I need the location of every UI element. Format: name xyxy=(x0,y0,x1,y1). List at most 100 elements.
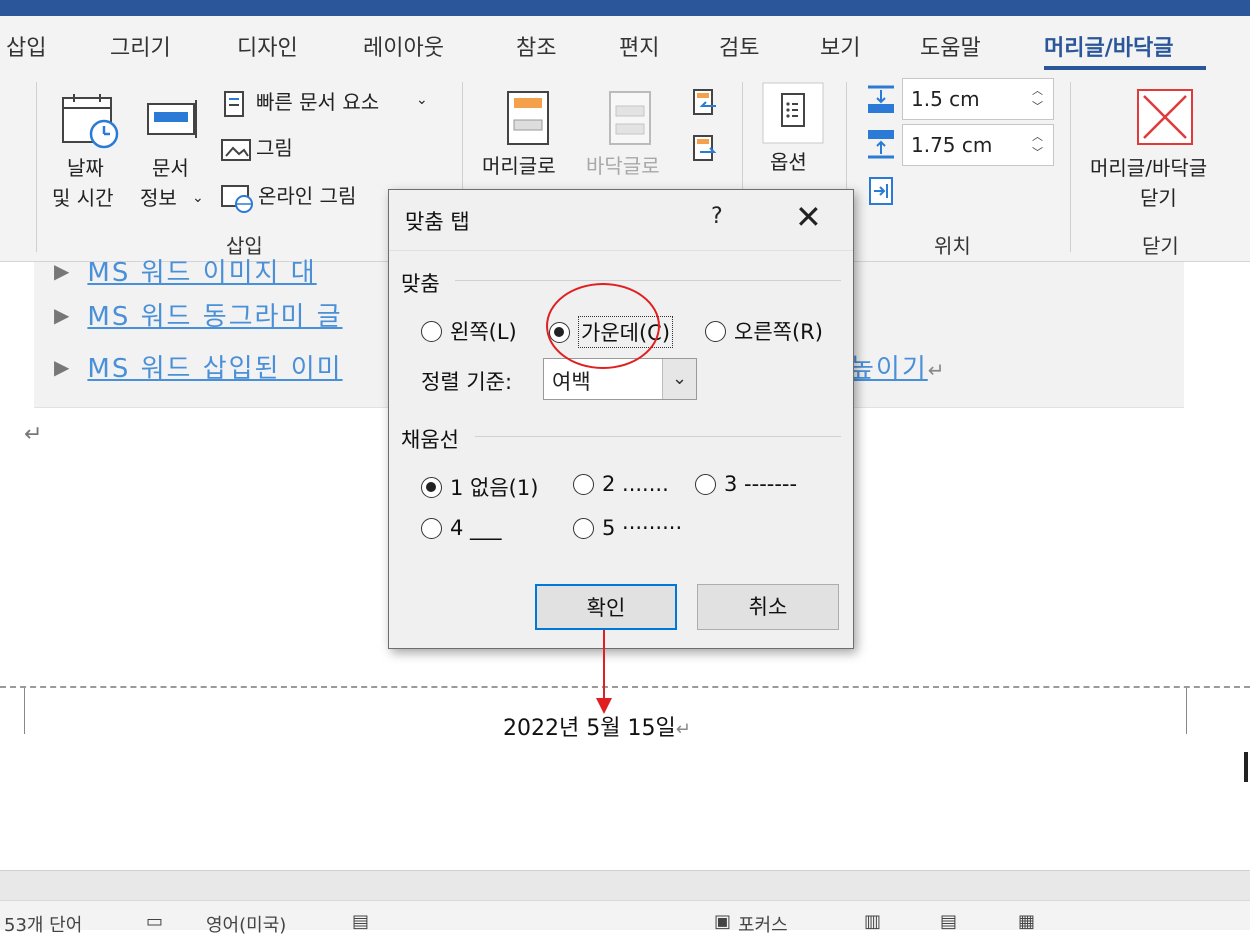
go-to-header-icon[interactable] xyxy=(506,90,550,150)
radio-icon xyxy=(421,320,442,342)
group-label-position: 위치 xyxy=(934,234,971,258)
tab-review[interactable]: 검토 xyxy=(719,30,759,62)
options-button[interactable]: 옵션 xyxy=(770,146,807,178)
spin-down-icon[interactable]: ﹀ xyxy=(1032,101,1043,113)
footer-date-text[interactable]: 2022년 5월 15일↵ xyxy=(503,710,691,742)
print-layout-icon[interactable]: ▤ xyxy=(940,911,957,932)
tab-header-footer[interactable]: 머리글/바닥글 xyxy=(1044,30,1173,62)
tab-view[interactable]: 보기 xyxy=(820,30,860,62)
leader-3-label: 3 ------- xyxy=(724,472,798,496)
tab-layout[interactable]: 레이아웃 xyxy=(363,30,444,62)
title-bar xyxy=(0,0,1250,16)
focus-icon[interactable]: ▣ xyxy=(714,911,731,932)
margin-mark xyxy=(1186,688,1187,734)
alignment-section-label: 맞춤 xyxy=(401,272,440,296)
quick-parts-icon xyxy=(222,90,248,122)
book-icon[interactable]: ▭ xyxy=(146,911,163,932)
leader-4-radio[interactable]: 4 ___ xyxy=(421,516,502,540)
toc-item[interactable]: ▶ MS 워드 이미지 대 xyxy=(54,252,317,289)
section-divider xyxy=(475,436,841,437)
close-header-footer-icon[interactable] xyxy=(1136,88,1194,150)
spin-down-icon[interactable]: ﹀ xyxy=(1032,147,1043,159)
toc-link[interactable]: MS 워드 동그라미 글 xyxy=(87,302,342,332)
leader-2-radio[interactable]: 2 ....... xyxy=(573,472,669,496)
tab-mailings[interactable]: 편지 xyxy=(619,30,659,62)
toc-item-tail[interactable]: 높이기↵ xyxy=(850,348,945,385)
leader-3-radio[interactable]: 3 ------- xyxy=(695,472,797,496)
spin-up-icon[interactable]: ︿ xyxy=(1032,85,1043,97)
close-header-footer-button[interactable]: 머리글/바닥글 xyxy=(1090,152,1207,184)
leader-1-radio[interactable]: 1 없음(1) xyxy=(421,472,538,502)
leader-5-label: 5 ········· xyxy=(602,516,683,540)
footer-boundary-line xyxy=(0,686,1250,688)
radio-icon xyxy=(695,473,716,495)
web-layout-icon[interactable]: ▦ xyxy=(1018,911,1035,932)
go-to-header-button[interactable]: 머리글로 xyxy=(482,150,556,182)
triangle-right-icon: ▶ xyxy=(54,259,70,283)
document-info-icon[interactable] xyxy=(146,98,202,146)
cancel-button[interactable]: 취소 xyxy=(697,584,839,630)
spin-up-icon[interactable]: ︿ xyxy=(1032,131,1043,143)
picture-icon xyxy=(220,138,252,168)
align-right-radio[interactable]: 오른쪽(R) xyxy=(705,316,823,346)
language-indicator[interactable]: 영어(미국) xyxy=(206,911,286,937)
tab-help[interactable]: 도움말 xyxy=(920,30,981,62)
help-icon[interactable]: ? xyxy=(711,204,723,229)
doc-info-label-2: 정보 xyxy=(140,186,177,210)
ok-button[interactable]: 확인 xyxy=(535,584,677,630)
close-header-footer-label-2: 닫기 xyxy=(1140,186,1177,210)
horizontal-scroll-area[interactable] xyxy=(0,870,1250,900)
align-right-label: 오른쪽(R) xyxy=(734,320,823,344)
online-picture-button[interactable]: 온라인 그림 xyxy=(258,180,356,212)
header-from-top-icon xyxy=(866,84,896,120)
go-to-footer-icon xyxy=(608,90,652,150)
options-icon[interactable] xyxy=(762,82,824,148)
close-icon[interactable]: ✕ xyxy=(795,198,822,236)
next-section-icon[interactable] xyxy=(692,134,718,168)
paragraph-mark-icon: ↵ xyxy=(927,358,945,382)
chevron-down-icon[interactable]: ⌄ xyxy=(662,359,696,399)
read-mode-icon[interactable]: ▥ xyxy=(864,911,881,932)
toc-link[interactable]: MS 워드 삽입된 이미 xyxy=(87,354,342,384)
insert-alignment-tab-icon[interactable] xyxy=(868,176,894,210)
focus-mode-button[interactable]: 포커스 xyxy=(738,911,788,937)
radio-icon xyxy=(421,517,442,539)
align-left-radio[interactable]: 왼쪽(L) xyxy=(421,316,517,346)
header-position-value: 1.5 cm xyxy=(911,87,980,111)
accessibility-icon[interactable]: ▤ xyxy=(352,911,369,932)
group-separator xyxy=(36,82,37,252)
toc-item[interactable]: ▶ MS 워드 삽입된 이미 xyxy=(54,348,343,385)
picture-button[interactable]: 그림 xyxy=(256,132,293,164)
align-relative-label: 정렬 기준: xyxy=(421,370,513,394)
doc-info-label-1: 문서 xyxy=(152,156,189,180)
triangle-right-icon: ▶ xyxy=(54,303,70,327)
previous-section-icon[interactable] xyxy=(692,88,718,122)
date-time-label-2: 및 시간 xyxy=(52,186,114,210)
leader-5-radio[interactable]: 5 ········· xyxy=(573,516,682,540)
tab-references[interactable]: 참조 xyxy=(516,30,556,62)
footer-position-spinner[interactable]: 1.75 cm ︿ ﹀ xyxy=(902,124,1054,166)
leader-1-label: 1 없음(1) xyxy=(450,476,539,500)
quick-parts-button[interactable]: 빠른 문서 요소 xyxy=(256,86,379,118)
paragraph-mark-icon: ↵ xyxy=(675,719,691,740)
text-cursor xyxy=(1244,752,1248,782)
toc-link[interactable]: 높이기 xyxy=(850,354,928,384)
toc-item[interactable]: ▶ MS 워드 동그라미 글 xyxy=(54,296,343,333)
title-divider xyxy=(389,250,853,251)
section-divider xyxy=(455,280,841,281)
word-count[interactable]: 53개 단어 xyxy=(4,911,82,937)
tab-draw[interactable]: 그리기 xyxy=(110,30,171,62)
align-left-label: 왼쪽(L) xyxy=(450,320,517,344)
footer-date[interactable]: 2022년 5월 15일 xyxy=(503,716,676,741)
chevron-down-icon: ⌄ xyxy=(192,190,204,206)
header-position-spinner[interactable]: 1.5 cm ︿ ﹀ xyxy=(902,78,1054,120)
annotation-ellipse xyxy=(546,283,660,369)
radio-icon xyxy=(573,473,594,495)
calendar-clock-icon[interactable] xyxy=(60,92,122,154)
tab-insert[interactable]: 삽입 xyxy=(6,30,46,62)
toc-link[interactable]: MS 워드 이미지 대 xyxy=(87,258,316,288)
radio-selected-icon xyxy=(421,476,442,498)
radio-icon xyxy=(573,517,594,539)
tab-design[interactable]: 디자인 xyxy=(237,30,298,62)
status-bar: 53개 단어 ▭ 영어(미국) ▤ ▣ 포커스 ▥ ▤ ▦ xyxy=(0,900,1250,936)
